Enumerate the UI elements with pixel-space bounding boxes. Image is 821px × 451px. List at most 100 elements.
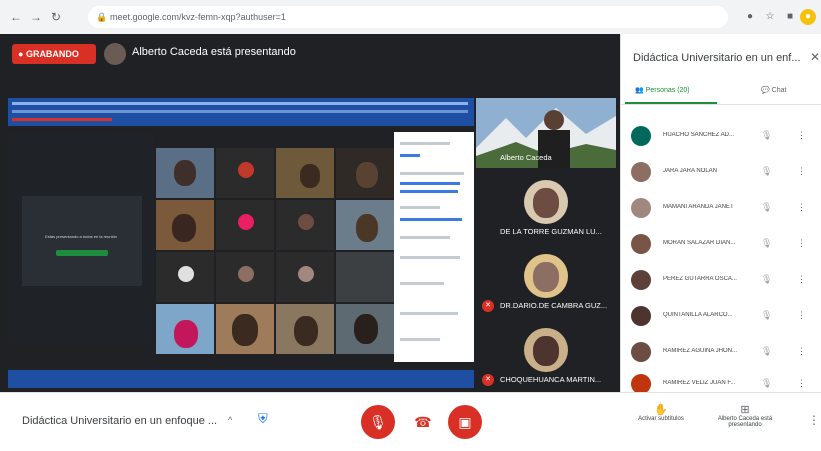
more-options-icon[interactable]: ⋮ [797, 130, 806, 141]
more-options-icon[interactable]: ⋮ [797, 274, 806, 285]
avatar [104, 43, 126, 65]
chevron-up-icon[interactable]: ^ [228, 415, 232, 425]
people-panel: Didáctica Universitario en un enf... ✕ 👥… [620, 34, 821, 394]
divider [621, 104, 821, 105]
video-tile [276, 200, 334, 250]
shared-toolbar [8, 98, 474, 126]
video-tile [276, 304, 334, 354]
participant-row[interactable]: RAMIREZ AGUIÑA JHON... 🎙 ⋮ [631, 338, 817, 372]
more-options-icon[interactable]: ⋮ [797, 346, 806, 357]
participant-row[interactable]: QUINTANILLA ALARCO... 🎙 ⋮ [631, 302, 817, 336]
hand-icon: ✋ [654, 404, 668, 416]
lock-icon: 🔒 [96, 12, 108, 22]
meeting-controls-bar: Didáctica Universitario en un enfoque ..… [0, 392, 821, 451]
avatar [631, 234, 651, 254]
avatar [524, 180, 568, 224]
tab-people[interactable]: 👥 Personas (20) [635, 86, 690, 94]
video-tile [336, 148, 394, 198]
mic-off-icon: 🎙 [761, 238, 773, 248]
captions-button[interactable]: ✋ Activar subtítulos [626, 403, 696, 422]
video-tile-self: Alberto Caceda [476, 98, 616, 168]
camera-indicator-icon[interactable]: ● [742, 9, 758, 25]
video-tile [156, 304, 214, 354]
more-options-icon[interactable]: ⋮ [797, 310, 806, 321]
address-bar[interactable]: 🔒 meet.google.com/kvz-femn-xqp?authuser=… [88, 6, 728, 28]
video-tile [336, 252, 394, 302]
video-tile [336, 200, 394, 250]
more-options-icon[interactable]: ⋮ [797, 378, 806, 389]
extension-icon[interactable]: ■ [782, 9, 798, 25]
participant-name: RAMIREZ AGUIÑA JHON... [663, 348, 738, 354]
more-options-icon[interactable]: ⋮ [797, 166, 806, 177]
present-button[interactable]: ⊞ Alberto Caceda está presentando [710, 403, 780, 428]
meeting-title[interactable]: Didáctica Universitario en un enfoque ..… [22, 415, 217, 427]
avatar [524, 254, 568, 298]
reload-icon[interactable]: ↻ [48, 9, 64, 25]
participant-row[interactable]: PEREZ GUTARRA OSCA... 🎙 ⋮ [631, 266, 817, 300]
shared-chat-panel [394, 132, 474, 362]
more-options-icon[interactable]: ⋮ [797, 202, 806, 213]
tile-name: DE LA TORRE GUZMAN LU... [500, 227, 602, 236]
shared-taskbar [8, 370, 474, 388]
video-tile [216, 304, 274, 354]
video-tile [216, 200, 274, 250]
video-tile [156, 252, 214, 302]
avatar [631, 270, 651, 290]
mic-off-icon: ✕ [482, 300, 494, 312]
mic-off-icon: 🎙 [761, 274, 773, 284]
present-icon: ⊞ [740, 404, 750, 416]
mic-off-icon: 🎙 [761, 310, 773, 320]
avatar [631, 162, 651, 182]
video-tile [336, 304, 394, 354]
avatar [631, 198, 651, 218]
participant-name: JARA JARA NOLAN [663, 168, 718, 174]
participant-name: PEREZ GUTARRA OSCA... [663, 276, 737, 282]
participant-row[interactable]: MORAN SALAZAR DIAN... 🎙 ⋮ [631, 230, 817, 264]
participant-name: HUACHO SANCHEZ AD... [663, 132, 735, 138]
avatar [524, 328, 568, 372]
participant-row[interactable]: JARA JARA NOLAN 🎙 ⋮ [631, 158, 817, 192]
tile-name: Alberto Caceda [500, 153, 552, 162]
video-tile: ✕ CHOQUEHUANCA MARTIN... [476, 322, 616, 390]
mic-off-icon: 🎙 [761, 166, 773, 176]
panel-title: Didáctica Universitario en un enf... [633, 52, 801, 64]
more-options-icon[interactable]: ⋮ [797, 238, 806, 249]
mic-off-icon: 🎙 [761, 130, 773, 140]
shared-left-panel: Estás presentando a todos en la reunión [8, 134, 154, 344]
camera-toggle-button[interactable]: ▣ [448, 405, 482, 439]
recording-badge: ● GRABANDO [12, 44, 96, 64]
participant-row[interactable]: MAMANI ARANDA JANET 🎙 ⋮ [631, 194, 817, 228]
star-icon[interactable]: ☆ [762, 9, 778, 25]
mic-off-icon: 🎙 [761, 346, 773, 356]
mic-off-icon: 🎙 [761, 202, 773, 212]
participant-name: MORAN SALAZAR DIAN... [663, 240, 736, 246]
browser-toolbar: ← → ↻ 🔒 meet.google.com/kvz-femn-xqp?aut… [0, 0, 821, 35]
more-options-icon[interactable]: ⋮ [808, 413, 820, 427]
close-icon[interactable]: ✕ [810, 50, 820, 64]
shield-icon[interactable]: ⛨ [258, 411, 272, 427]
video-tile: DE LA TORRE GUZMAN LU... [476, 174, 616, 242]
tile-name: CHOQUEHUANCA MARTIN... [500, 375, 602, 384]
participant-name: QUINTANILLA ALARCO... [663, 312, 733, 318]
video-tile [216, 148, 274, 198]
back-icon[interactable]: ← [8, 9, 24, 25]
mic-off-icon: 🎙 [761, 378, 773, 388]
avatar [631, 342, 651, 362]
mic-off-icon: ✕ [482, 374, 494, 386]
participant-row[interactable]: HUACHO SANCHEZ AD... 🎙 ⋮ [631, 122, 817, 156]
video-tile [276, 252, 334, 302]
mic-toggle-button[interactable]: 🎙 [361, 405, 395, 439]
forward-icon[interactable]: → [28, 9, 44, 25]
avatar [631, 126, 651, 146]
url-text: meet.google.com/kvz-femn-xqp?authuser=1 [110, 12, 286, 22]
participant-name: RAMIREZ VELIZ JUAN F... [663, 380, 736, 386]
video-tile: ✕ DR.DARIO.DE CAMBRA GUZ... [476, 248, 616, 316]
hang-up-button[interactable]: ☎ [406, 405, 440, 439]
shared-caption: Estás presentando a todos en la reunión [45, 234, 117, 239]
tile-name: DR.DARIO.DE CAMBRA GUZ... [500, 301, 608, 310]
profile-avatar[interactable]: ● [800, 9, 816, 25]
video-tile [156, 148, 214, 198]
tab-chat[interactable]: 💬 Chat [761, 86, 786, 94]
avatar [631, 374, 651, 394]
video-tile [276, 148, 334, 198]
